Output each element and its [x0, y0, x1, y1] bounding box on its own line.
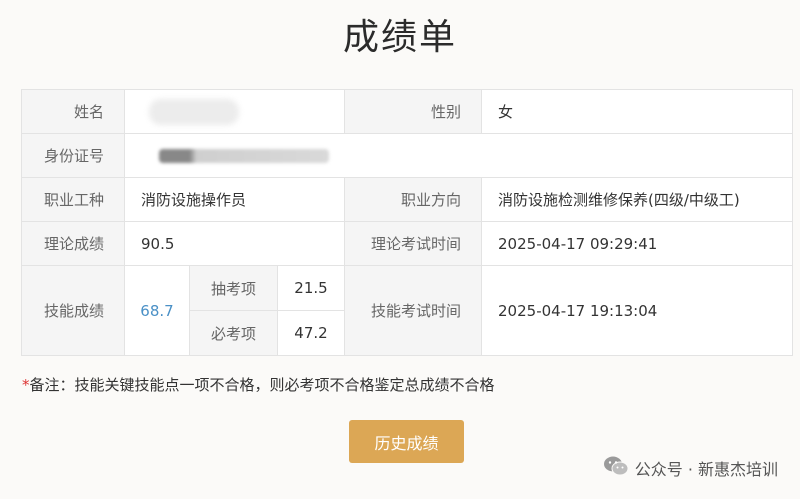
skill-time-label: 技能考试时间: [344, 265, 483, 356]
score-table: 姓名 性别 女 身份证号 职业工种 消防设施操作员 职业方向 消防设施检测维修保…: [21, 89, 794, 356]
required-item-value: 47.2: [276, 310, 346, 356]
name-redaction: [149, 98, 239, 125]
direction-label: 职业方向: [344, 177, 483, 222]
watermark: 公众号 · 新惠杰培训: [603, 455, 778, 481]
draw-item-value: 21.5: [276, 265, 346, 311]
theory-score-value: 90.5: [123, 221, 346, 266]
remark-text: 备注：技能关键技能点一项不合格，则必考项不合格鉴定总成绩不合格: [29, 376, 495, 394]
gender-value: 女: [481, 89, 794, 134]
occupation-value: 消防设施操作员: [123, 177, 346, 222]
watermark-text: 公众号 · 新惠杰培训: [634, 460, 778, 479]
id-label: 身份证号: [21, 133, 125, 178]
wechat-icon: [603, 455, 629, 481]
direction-value: 消防设施检测维修保养(四级/中级工): [481, 177, 794, 222]
name-value: [123, 89, 346, 134]
page-title: 成绩单: [342, 17, 457, 58]
id-redaction: [159, 149, 329, 163]
theory-score-label: 理论成绩: [21, 221, 125, 266]
theory-time-value: 2025-04-17 09:29:41: [481, 221, 794, 266]
history-scores-button[interactable]: 历史成绩: [349, 420, 464, 463]
remark-note: *备注：技能关键技能点一项不合格，则必考项不合格鉴定总成绩不合格: [22, 374, 495, 395]
occupation-label: 职业工种: [21, 177, 125, 222]
draw-item-label: 抽考项: [189, 265, 278, 311]
skill-score-value: 68.7: [124, 265, 190, 356]
id-value: [123, 133, 794, 178]
required-item-label: 必考项: [189, 310, 278, 356]
theory-time-label: 理论考试时间: [344, 221, 483, 266]
remark-star: *: [22, 376, 30, 394]
skill-time-value: 2025-04-17 19:13:04: [481, 265, 794, 356]
gender-label: 性别: [344, 89, 483, 134]
skill-score-label: 技能成绩: [21, 265, 125, 356]
name-label: 姓名: [21, 89, 125, 134]
